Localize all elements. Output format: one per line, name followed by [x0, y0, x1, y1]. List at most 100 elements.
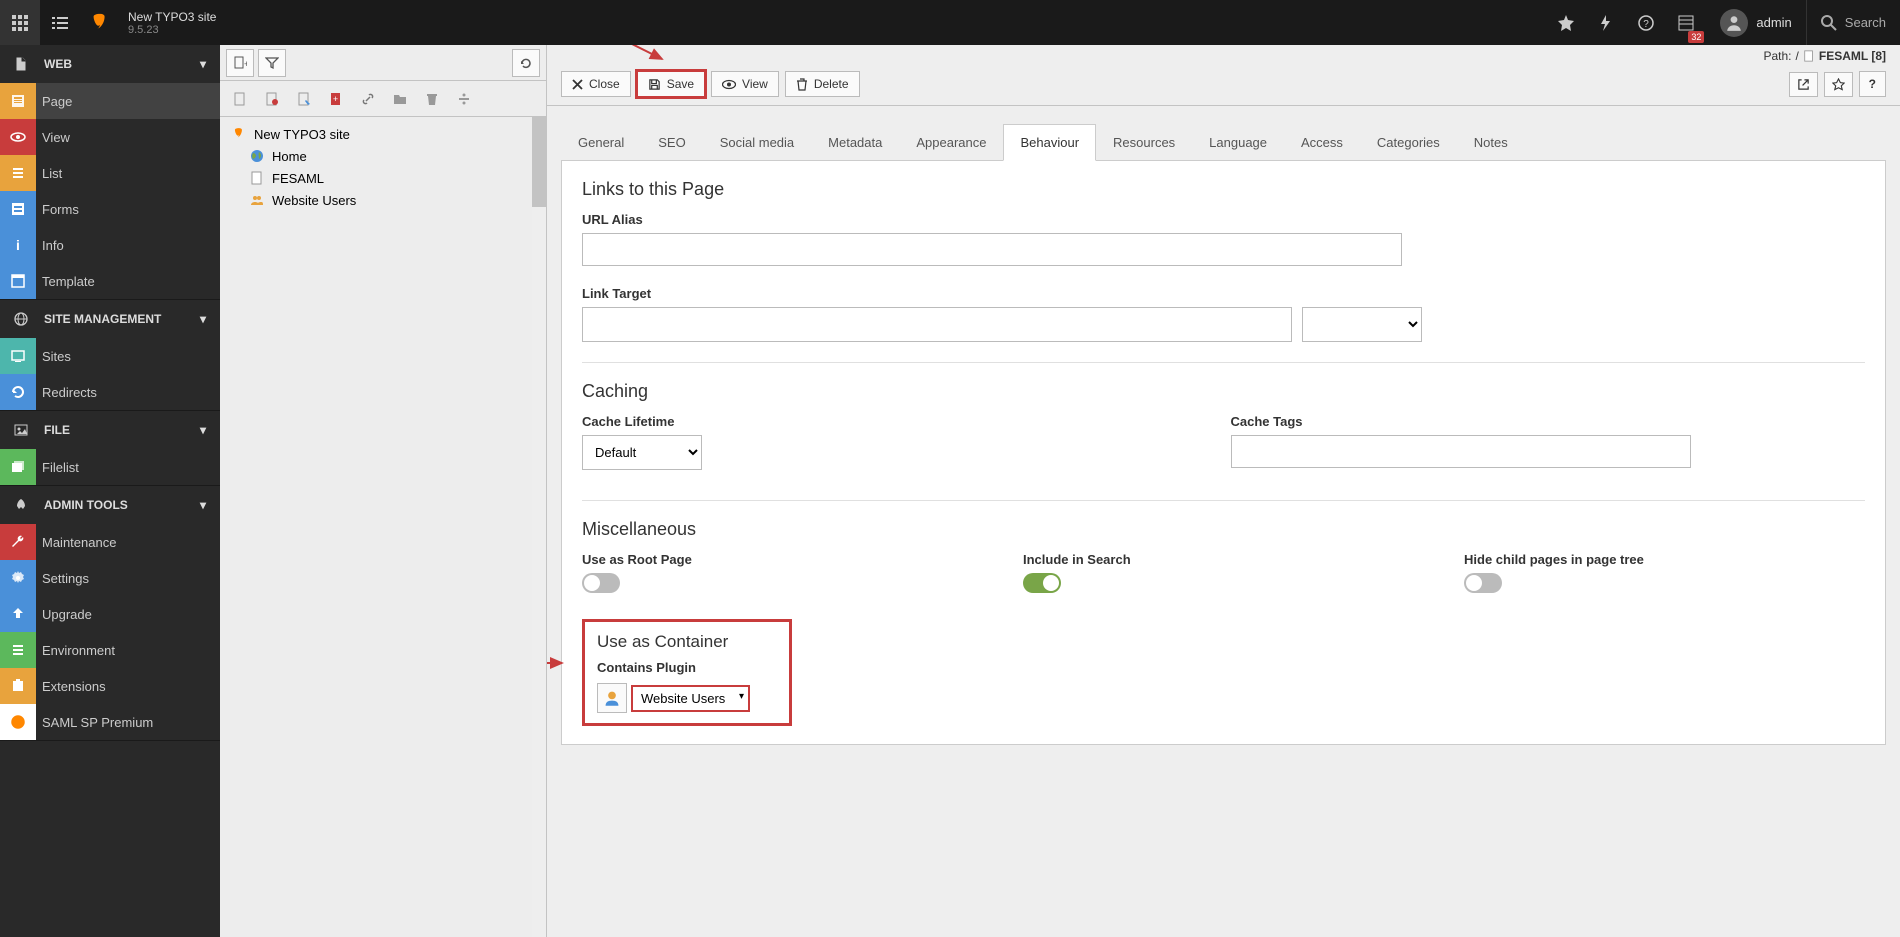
tree-action-folder[interactable]: [386, 85, 414, 113]
tree-action-3[interactable]: [290, 85, 318, 113]
globe-icon: [14, 312, 34, 326]
content-column: Path: / FESAML [8] Close Save View Delet…: [547, 45, 1900, 937]
new-page-button[interactable]: +: [226, 49, 254, 77]
badge-count: 32: [1688, 31, 1704, 43]
cache-lifetime-select[interactable]: Default: [582, 435, 702, 470]
modgroup-label: FILE: [44, 423, 70, 437]
contains-plugin-label: Contains Plugin: [597, 660, 777, 675]
moditem-redirects[interactable]: Redirects: [0, 374, 220, 410]
moditem-extensions[interactable]: Extensions: [0, 668, 220, 704]
modgroup-admintools[interactable]: ADMIN TOOLS ▾: [0, 486, 220, 524]
moditem-view[interactable]: View: [0, 119, 220, 155]
cache-lifetime-label: Cache Lifetime: [582, 414, 1217, 429]
typo3-logo-icon[interactable]: [80, 0, 120, 45]
moditem-template[interactable]: Template: [0, 263, 220, 299]
view-button[interactable]: View: [711, 71, 779, 97]
tree-root[interactable]: New TYPO3 site: [220, 123, 546, 145]
bookmark-icon[interactable]: [1546, 0, 1586, 45]
delete-button[interactable]: Delete: [785, 71, 860, 97]
tab-language[interactable]: Language: [1192, 124, 1284, 161]
app-toolbar-icon[interactable]: 32: [1666, 0, 1706, 45]
modgroup-label: ADMIN TOOLS: [44, 498, 128, 512]
user-menu[interactable]: admin: [1706, 0, 1805, 45]
info-icon: i: [0, 227, 36, 263]
section-misc-heading: Miscellaneous: [582, 519, 1865, 540]
trash-icon: [796, 78, 808, 91]
refresh-tree-button[interactable]: [512, 49, 540, 77]
tab-seo[interactable]: SEO: [641, 124, 702, 161]
save-button[interactable]: Save: [637, 71, 705, 97]
include-search-toggle[interactable]: [1023, 573, 1061, 593]
contains-plugin-select[interactable]: Website Users: [631, 685, 750, 712]
file-icon: [14, 57, 34, 71]
tree-action-trash[interactable]: [418, 85, 446, 113]
moditem-maintenance[interactable]: Maintenance: [0, 524, 220, 560]
moditem-saml[interactable]: SAML SP Premium: [0, 704, 220, 740]
moditem-info[interactable]: iInfo: [0, 227, 220, 263]
close-button[interactable]: Close: [561, 71, 631, 97]
filter-button[interactable]: [258, 49, 286, 77]
moditem-settings[interactable]: Settings: [0, 560, 220, 596]
tab-behaviour[interactable]: Behaviour: [1003, 124, 1096, 161]
help-button[interactable]: ?: [1859, 71, 1886, 97]
moditem-filelist[interactable]: Filelist: [0, 449, 220, 485]
tab-metadata[interactable]: Metadata: [811, 124, 899, 161]
username: admin: [1756, 15, 1791, 30]
modgroup-sitemgmt[interactable]: SITE MANAGEMENT ▾: [0, 300, 220, 338]
moditem-upgrade[interactable]: Upgrade: [0, 596, 220, 632]
tab-appearance[interactable]: Appearance: [899, 124, 1003, 161]
tree-action-4[interactable]: +: [322, 85, 350, 113]
tree-action-link[interactable]: [354, 85, 382, 113]
link-target-input[interactable]: [582, 307, 1292, 342]
hide-children-toggle[interactable]: [1464, 573, 1502, 593]
hide-children-label: Hide child pages in page tree: [1464, 552, 1865, 567]
extensions-icon: [0, 668, 36, 704]
eye-icon: [722, 79, 736, 90]
moditem-list[interactable]: List: [0, 155, 220, 191]
chevron-down-icon: ▾: [200, 57, 206, 71]
help-icon[interactable]: ?: [1626, 0, 1666, 45]
modgroup-file[interactable]: FILE ▾: [0, 411, 220, 449]
image-icon: [14, 423, 34, 437]
sites-icon: [0, 338, 36, 374]
apps-icon[interactable]: [0, 0, 40, 45]
scrollbar-thumb[interactable]: [532, 117, 546, 207]
cache-tags-input[interactable]: [1231, 435, 1691, 468]
moditem-environment[interactable]: Environment: [0, 632, 220, 668]
save-icon: [648, 78, 661, 91]
scrollbar-track[interactable]: [532, 117, 546, 937]
svg-text:i: i: [16, 237, 20, 253]
chevron-down-icon: ▾: [200, 498, 206, 512]
url-alias-input[interactable]: [582, 233, 1402, 266]
arrow-annotation-2: [547, 653, 572, 673]
open-new-window-button[interactable]: [1789, 72, 1818, 97]
tree-node-users[interactable]: Website Users: [220, 189, 546, 211]
bookmark-button[interactable]: [1824, 72, 1853, 97]
tab-general[interactable]: General: [561, 124, 641, 161]
flash-icon[interactable]: [1586, 0, 1626, 45]
list-icon[interactable]: [40, 0, 80, 45]
filelist-icon: [0, 449, 36, 485]
typo3-icon: [230, 125, 248, 143]
tree-node-home[interactable]: Home: [220, 145, 546, 167]
tree-node-fesaml[interactable]: FESAML: [220, 167, 546, 189]
tree-action-2[interactable]: [258, 85, 286, 113]
tab-notes[interactable]: Notes: [1457, 124, 1525, 161]
path-root: /: [1796, 49, 1799, 63]
tab-socialmedia[interactable]: Social media: [703, 124, 811, 161]
moditem-forms[interactable]: Forms: [0, 191, 220, 227]
tab-access[interactable]: Access: [1284, 124, 1360, 161]
tree-action-divide[interactable]: [450, 85, 478, 113]
moditem-page[interactable]: Page: [0, 83, 220, 119]
path-page: FESAML [8]: [1819, 49, 1886, 63]
search-box[interactable]: Search: [1806, 0, 1900, 45]
root-page-toggle[interactable]: [582, 573, 620, 593]
link-target-select[interactable]: [1302, 307, 1422, 342]
modgroup-web[interactable]: WEB ▾: [0, 45, 220, 83]
svg-text:+: +: [244, 59, 247, 69]
tab-categories[interactable]: Categories: [1360, 124, 1457, 161]
globe-icon: [248, 147, 266, 165]
tree-action-1[interactable]: [226, 85, 254, 113]
tab-resources[interactable]: Resources: [1096, 124, 1192, 161]
moditem-sites[interactable]: Sites: [0, 338, 220, 374]
